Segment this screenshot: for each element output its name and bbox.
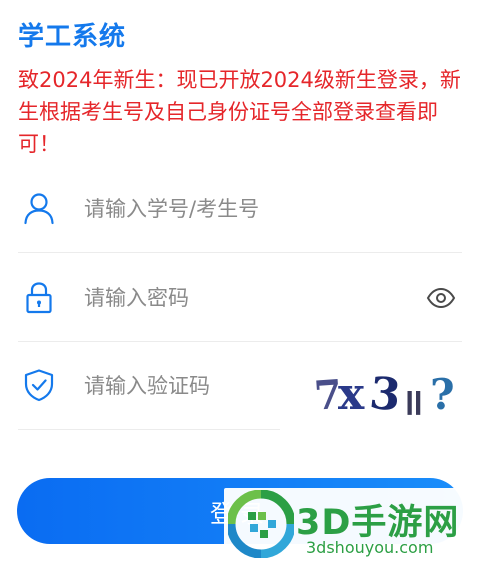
password-input[interactable] bbox=[82, 277, 416, 319]
captcha-field bbox=[18, 343, 280, 430]
eye-icon[interactable] bbox=[426, 283, 456, 313]
shield-check-icon bbox=[24, 369, 54, 402]
username-field bbox=[18, 166, 462, 253]
user-icon bbox=[24, 193, 54, 225]
watermark-logo bbox=[228, 490, 294, 558]
watermark: 3D手游网 3dshouyou.com bbox=[224, 488, 481, 564]
lock-icon bbox=[26, 282, 52, 314]
captcha-input[interactable] bbox=[82, 365, 276, 407]
svg-text:?: ? bbox=[430, 370, 455, 419]
username-input[interactable] bbox=[82, 188, 416, 230]
svg-text:x: x bbox=[338, 369, 365, 419]
page-title: 学工系统 bbox=[18, 22, 127, 52]
watermark-url: 3dshouyou.com bbox=[306, 538, 434, 557]
captcha-image[interactable]: 7 x 3 = ? bbox=[312, 353, 462, 419]
password-field bbox=[18, 255, 462, 342]
notice-text: 致2024年新生：现已开放2024级新生登录，新生根据考生号及自己身份证号全部登… bbox=[18, 68, 461, 156]
